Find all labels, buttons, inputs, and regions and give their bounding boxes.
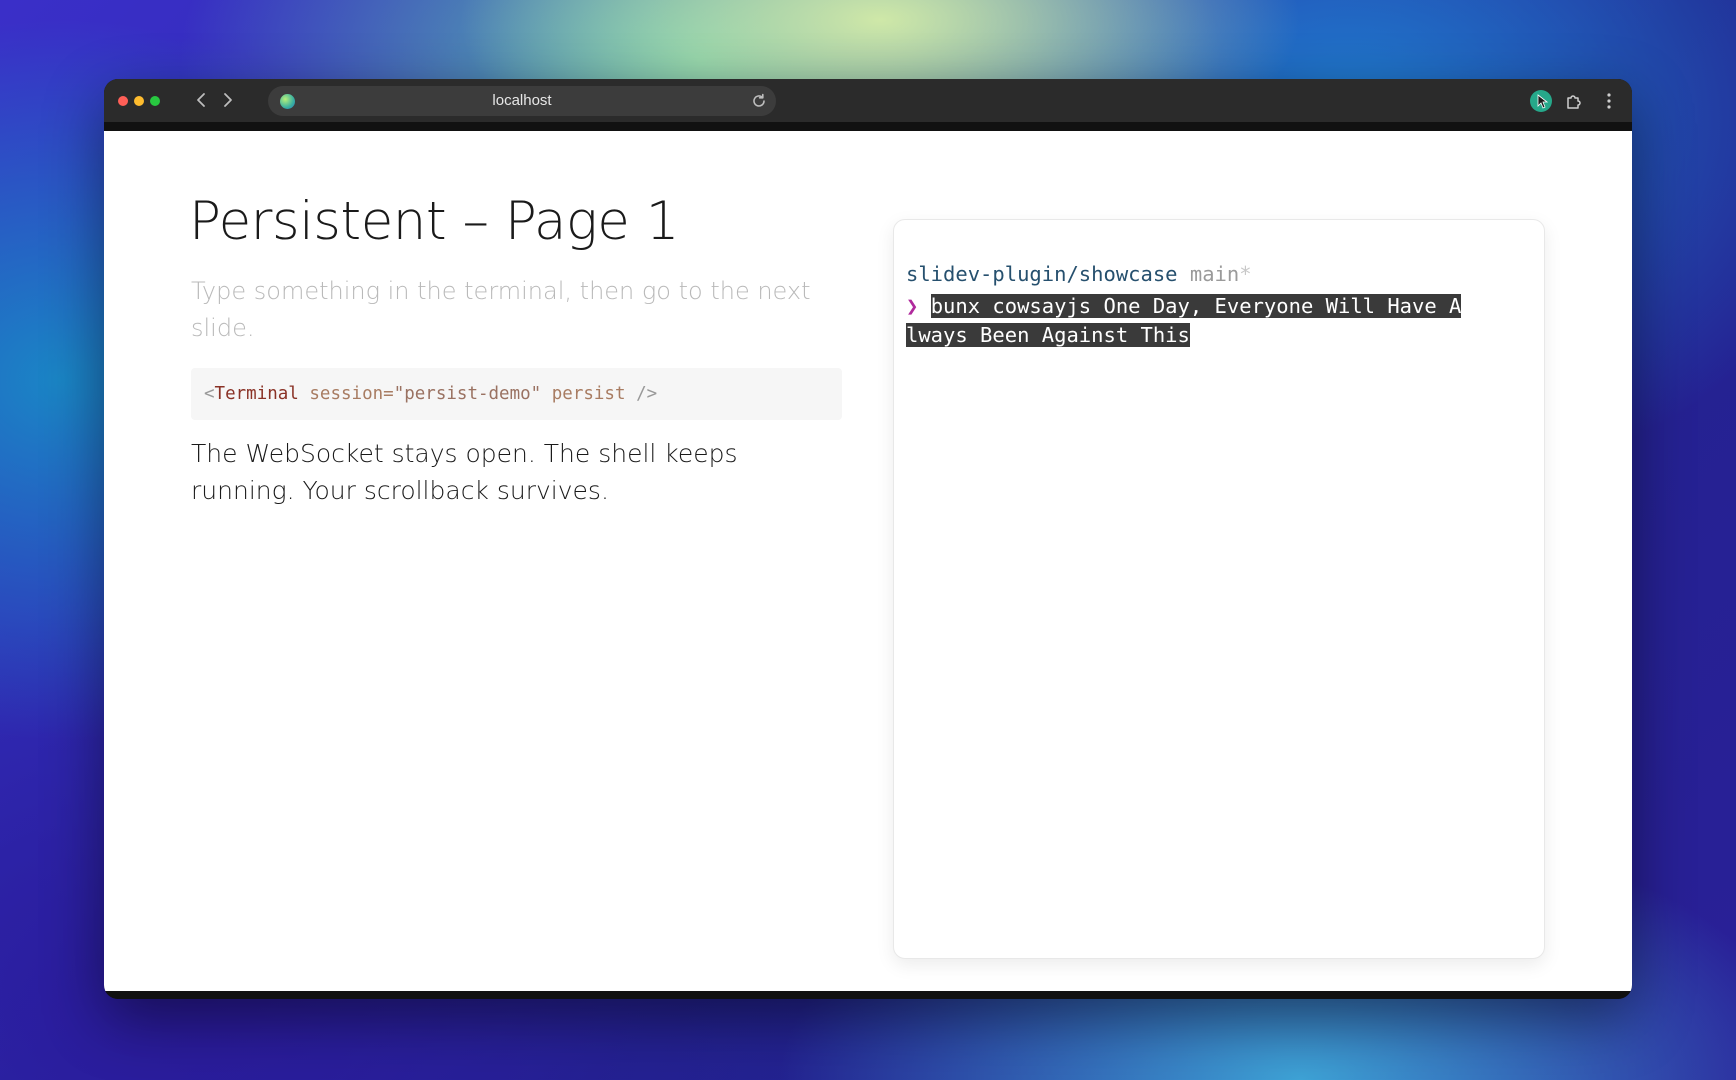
- slide-subtitle: Type something in the terminal, then go …: [191, 277, 811, 342]
- terminal-prompt-icon: ❯: [906, 294, 919, 318]
- page-title: Persistent – Page 1: [189, 191, 679, 252]
- terminal-command-line2[interactable]: lways Been Against This: [906, 323, 1190, 347]
- terminal-command[interactable]: ❯ bunx cowsayjs One Day, Everyone Will H…: [906, 292, 1506, 350]
- bottom-divider: [104, 991, 1632, 999]
- maximize-window-button[interactable]: [150, 96, 160, 106]
- title-bar: localhost: [104, 79, 1632, 122]
- address-bar[interactable]: localhost: [268, 86, 776, 116]
- extensions-icon[interactable]: [1563, 90, 1585, 112]
- terminal-branch: main: [1189, 262, 1240, 286]
- code-close-bracket: />: [636, 384, 658, 404]
- url-text[interactable]: localhost: [268, 86, 776, 116]
- code-attr-session: session=: [309, 384, 394, 404]
- code-session-value: "persist-demo": [393, 384, 542, 404]
- code-open-bracket: <: [204, 384, 215, 404]
- back-icon[interactable]: [192, 90, 212, 110]
- slide-body-text: The WebSocket stays open. The shell keep…: [191, 439, 738, 505]
- menu-icon[interactable]: [1598, 90, 1620, 112]
- terminal-prompt-line: slidev-plugin/showcase main*: [906, 262, 1252, 286]
- terminal-path: slidev-plugin/showcase: [906, 262, 1178, 286]
- terminal-dirty-marker: *: [1239, 262, 1252, 286]
- terminal-command-line1[interactable]: bunx cowsayjs One Day, Everyone Will Hav…: [930, 294, 1462, 318]
- forward-icon[interactable]: [217, 90, 237, 110]
- reload-icon[interactable]: [750, 92, 768, 110]
- browser-window: localhost Persistent – Page 1 Type somet…: [104, 79, 1632, 999]
- code-attr-persist: persist: [551, 384, 626, 404]
- terminal[interactable]: slidev-plugin/showcase main* ❯ bunx cows…: [893, 219, 1545, 959]
- code-tag-name: Terminal: [214, 384, 299, 404]
- profile-icon[interactable]: [1530, 90, 1552, 112]
- top-divider: [104, 122, 1632, 131]
- slide: Persistent – Page 1 Type something in th…: [104, 131, 1632, 991]
- minimize-window-button[interactable]: [134, 96, 144, 106]
- close-window-button[interactable]: [118, 96, 128, 106]
- code-block: <Terminal session="persist-demo" persist…: [191, 368, 842, 420]
